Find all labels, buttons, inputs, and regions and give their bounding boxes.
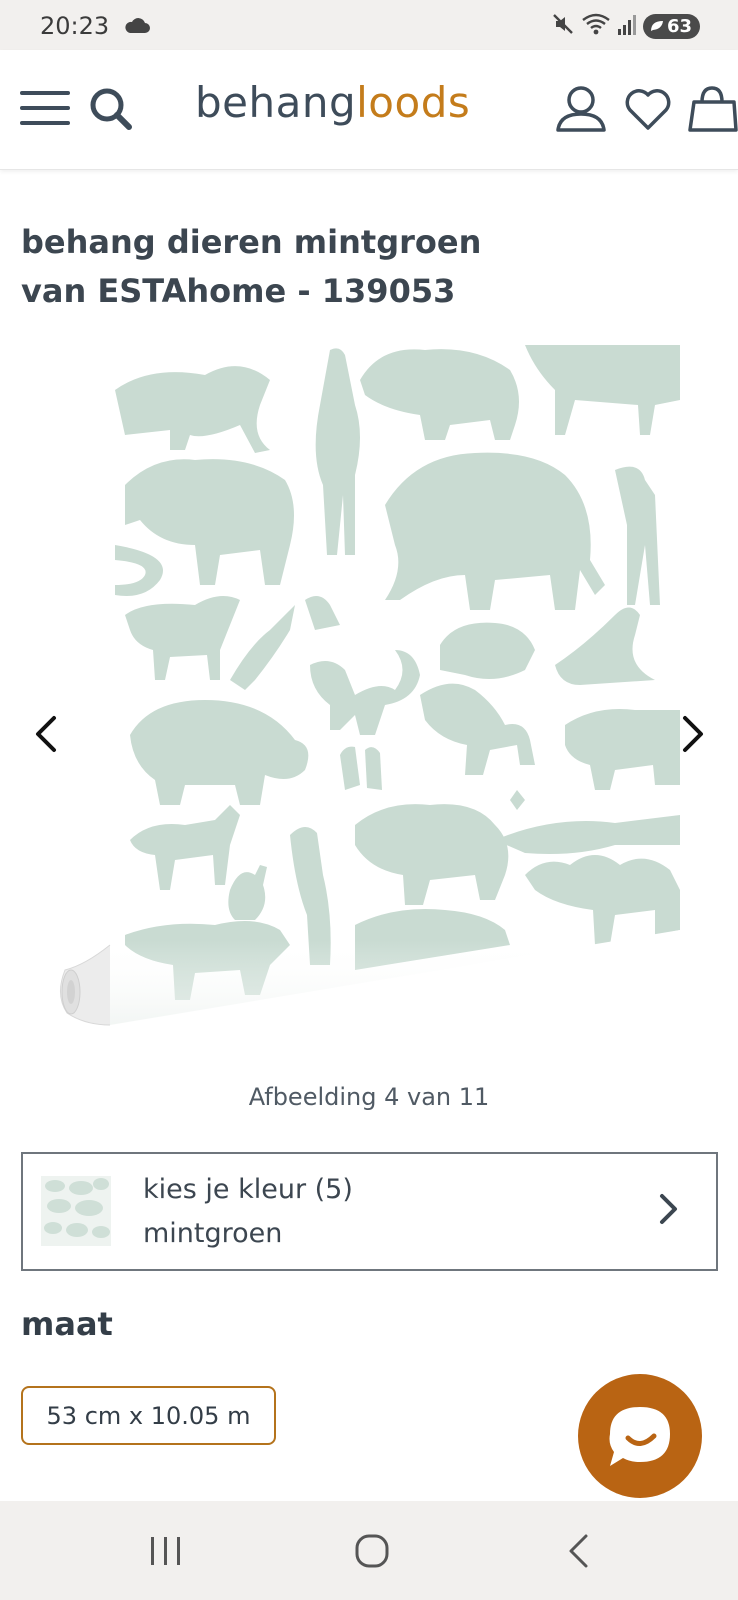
wishlist-heart-icon[interactable] bbox=[624, 86, 672, 136]
previous-image-arrow[interactable] bbox=[28, 714, 68, 754]
battery-level: 63 bbox=[666, 15, 692, 37]
size-option-button[interactable]: 53 cm x 10.05 m bbox=[21, 1386, 276, 1445]
menu-icon[interactable] bbox=[20, 90, 70, 130]
cloud-icon bbox=[124, 18, 150, 38]
product-title-line2: van ESTAhome - 139053 bbox=[21, 272, 456, 310]
color-selector[interactable]: kies je kleur (5) mintgroen bbox=[21, 1152, 718, 1271]
system-navigation-bar bbox=[0, 1501, 738, 1600]
chat-bubble-icon bbox=[609, 1407, 670, 1466]
color-selector-label: kies je kleur (5) bbox=[143, 1174, 353, 1205]
battery-icon: 63 bbox=[642, 13, 700, 39]
product-title: behang dieren mintgroen van ESTAhome - 1… bbox=[21, 218, 581, 316]
chevron-right-icon bbox=[658, 1192, 680, 1230]
back-icon[interactable] bbox=[566, 1533, 592, 1573]
color-thumbnail bbox=[41, 1176, 111, 1246]
product-image-wallpaper-roll[interactable] bbox=[55, 345, 685, 1045]
wifi-icon bbox=[581, 12, 611, 40]
mute-icon bbox=[551, 12, 575, 40]
cart-bag-icon[interactable] bbox=[686, 84, 738, 138]
search-icon[interactable] bbox=[88, 86, 134, 136]
next-image-arrow[interactable] bbox=[673, 714, 713, 754]
home-icon[interactable] bbox=[354, 1533, 390, 1573]
image-counter: Afbeelding 4 van 11 bbox=[248, 1083, 490, 1111]
account-icon[interactable] bbox=[556, 84, 606, 138]
recent-apps-icon[interactable] bbox=[149, 1535, 183, 1571]
status-time: 20:23 bbox=[40, 12, 110, 40]
product-title-line1: behang dieren mintgroen bbox=[21, 223, 482, 261]
status-bar: 20:23 63 bbox=[0, 0, 738, 50]
color-selector-value: mintgroen bbox=[143, 1218, 283, 1249]
logo-text-loods: loods bbox=[356, 78, 471, 127]
logo-text-behang: behang bbox=[195, 78, 357, 127]
site-header: behangloods bbox=[0, 50, 738, 170]
status-icons: 63 bbox=[551, 12, 700, 40]
signal-icon bbox=[617, 13, 637, 39]
size-heading: maat bbox=[21, 1305, 113, 1343]
chat-button[interactable] bbox=[578, 1374, 702, 1498]
site-logo[interactable]: behangloods bbox=[195, 78, 470, 127]
